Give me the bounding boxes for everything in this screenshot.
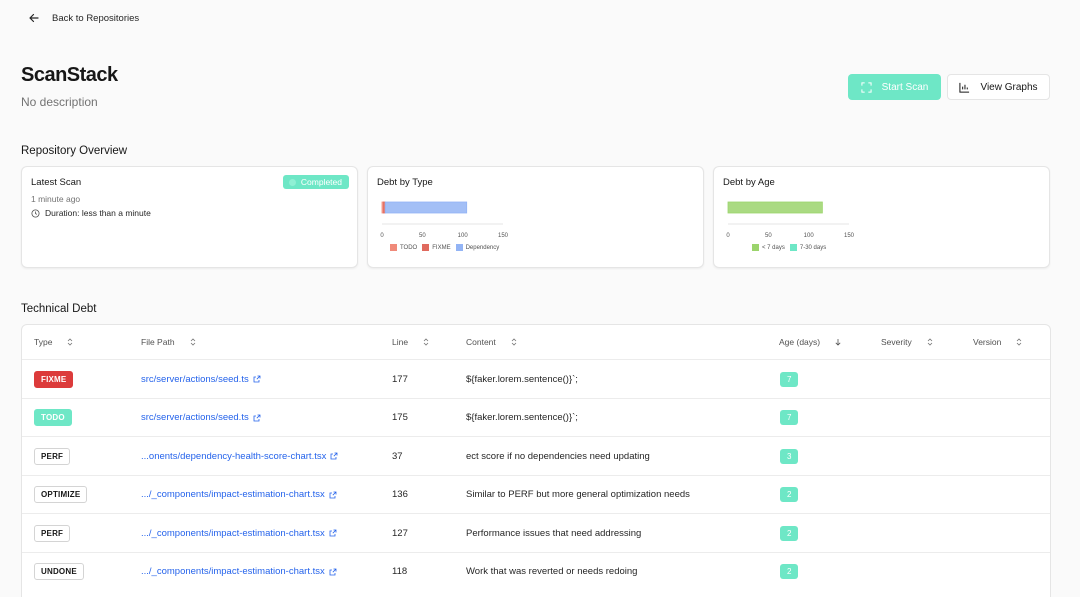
overview-section-title: Repository Overview — [21, 145, 128, 157]
view-graphs-button[interactable]: View Graphs — [947, 74, 1050, 100]
arrow-down-icon — [835, 339, 841, 346]
external-link-icon — [329, 491, 337, 498]
sort-icon — [68, 338, 73, 346]
column-header-file-path[interactable]: File Path — [141, 325, 197, 359]
latest-scan-title: Latest Scan — [31, 177, 82, 188]
type-badge: TODO — [34, 409, 72, 426]
x-tick-label: 50 — [765, 233, 772, 239]
content-text: ${faker.lorem.sentence()}`; — [466, 412, 578, 423]
content-text: Similar to PERF but more general optimiz… — [466, 489, 690, 500]
external-link-icon — [329, 529, 337, 537]
clock-icon — [31, 208, 40, 218]
column-header-severity[interactable]: Severity — [881, 325, 934, 359]
age-badge: 2 — [780, 487, 799, 502]
latest-scan-card: Latest Scan Completed 1 minute ago Durat… — [21, 166, 358, 268]
sort-icon — [511, 338, 517, 346]
repo-title: ScanStack — [21, 64, 118, 86]
technical-debt-title: Technical Debt — [21, 303, 97, 315]
scan-time: 1 minute ago — [31, 194, 81, 204]
back-label: Back to Repositories — [52, 12, 140, 24]
file-path-link[interactable]: src/server/actions/seed.ts — [141, 374, 261, 385]
legend-item: TODO — [390, 244, 417, 251]
type-badge: PERF — [34, 447, 71, 465]
file-path-link[interactable]: .../_components/impact-estimation-chart.… — [141, 528, 337, 539]
scan-duration: Duration: less than a minute — [31, 208, 151, 218]
column-header-age[interactable]: Age (days) — [779, 325, 842, 359]
column-header-version[interactable]: Version — [973, 325, 1023, 359]
table-row[interactable]: PERF .../_components/impact-estimation-ch… — [22, 513, 1050, 552]
debt-by-type-chart: 0 50 100 150 — [380, 201, 509, 239]
legend-item: Dependency — [455, 244, 499, 251]
line-number: 175 — [392, 412, 408, 423]
debt-by-age-chart: 0 50 100 150 — [726, 201, 855, 239]
technical-debt-table: Type File Path Line Content Age (days) S… — [21, 324, 1051, 597]
file-path-link[interactable]: .../_components/impact-estimation-chart.… — [141, 566, 337, 577]
external-link-icon — [329, 568, 337, 575]
table-row[interactable]: UNDONE .../_components/impact-estimation-… — [22, 551, 1050, 591]
line-number: 37 — [392, 450, 403, 462]
content-text: ect score if no dependencies need updati… — [466, 450, 650, 462]
debt-by-age-legend: < 7 days 7-30 days — [752, 244, 826, 251]
column-header-type[interactable]: Type — [34, 325, 74, 359]
x-tick-label: 50 — [419, 233, 426, 239]
scan-duration-text: Duration: less than a minute — [45, 208, 151, 218]
x-tick-label: 150 — [844, 233, 855, 239]
table-row[interactable]: TODO src/server/actions/seed.ts 175 ${faker… — [22, 397, 1050, 437]
file-path-link[interactable]: src/server/actions/seed.ts — [141, 412, 261, 423]
line-number: 118 — [392, 566, 408, 577]
column-header-content[interactable]: Content — [466, 325, 518, 359]
file-path-link[interactable]: .../_components/impact-estimation-chart.… — [141, 489, 337, 500]
content-text: Work that was reverted or needs redoing — [466, 566, 638, 577]
column-header-line[interactable]: Line — [392, 325, 430, 359]
file-path-link[interactable]: ...onents/dependency-health-score-chart.… — [141, 451, 338, 462]
age-badge: 7 — [780, 371, 799, 387]
arrow-left-icon — [29, 13, 39, 23]
scan-icon — [861, 81, 872, 93]
external-link-icon — [330, 452, 338, 460]
external-link-icon — [253, 375, 261, 383]
bar-chart-icon — [959, 82, 970, 93]
x-tick-label: 150 — [498, 233, 509, 239]
table-row[interactable]: OPTIMIZE .../_components/impact-estimatio… — [22, 474, 1050, 514]
legend-item: < 7 days — [752, 244, 785, 251]
start-scan-label: Start Scan — [881, 81, 929, 93]
x-tick-label: 100 — [804, 233, 815, 239]
bar-dependency — [384, 201, 468, 214]
type-badge: OPTIMIZE — [34, 486, 88, 503]
x-tick-label: 100 — [458, 233, 469, 239]
repo-description: No description — [21, 95, 98, 109]
line-number: 127 — [392, 527, 408, 539]
type-badge: PERF — [34, 524, 71, 542]
line-number: 177 — [392, 373, 408, 385]
sort-icon — [927, 338, 933, 346]
x-tick-label: 0 — [380, 233, 384, 239]
debt-by-type-legend: TODO FIXME Dependency — [390, 244, 499, 251]
sort-icon — [423, 338, 429, 346]
age-badge: 2 — [780, 525, 799, 541]
table-row[interactable]: FIXME src/server/actions/seed.ts 177 ${fake… — [22, 359, 1050, 398]
table-row[interactable]: PERF ...onents/dependency-health-score-ch… — [22, 436, 1050, 475]
bar--7-days — [727, 201, 823, 214]
sort-icon — [190, 338, 195, 346]
start-scan-button[interactable]: Start Scan — [848, 74, 941, 100]
age-badge: 3 — [780, 448, 799, 464]
legend-item: FIXME — [422, 244, 451, 251]
legend-item: 7-30 days — [789, 244, 826, 251]
back-to-repositories-link[interactable]: Back to Repositories — [28, 12, 139, 24]
debt-by-type-card: Debt by Type 0 50 100 150 TODO FIXME Dependen… — [367, 166, 704, 268]
type-badge: UNDONE — [34, 563, 84, 580]
content-text: Performance issues that need addressing — [466, 527, 642, 539]
external-link-icon — [253, 414, 261, 421]
type-badge: FIXME — [34, 370, 74, 388]
age-badge: 2 — [780, 564, 799, 579]
sort-icon — [1017, 338, 1022, 346]
line-number: 136 — [392, 489, 408, 500]
x-tick-label: 0 — [726, 233, 730, 239]
status-badge: Completed — [282, 175, 349, 189]
age-badge: 7 — [780, 410, 799, 425]
content-text: ${faker.lorem.sentence()}`; — [466, 373, 578, 385]
view-graphs-label: View Graphs — [980, 81, 1038, 93]
debt-by-age-card: Debt by Age 0 50 100 150 < 7 days 7-30 days — [713, 166, 1050, 268]
